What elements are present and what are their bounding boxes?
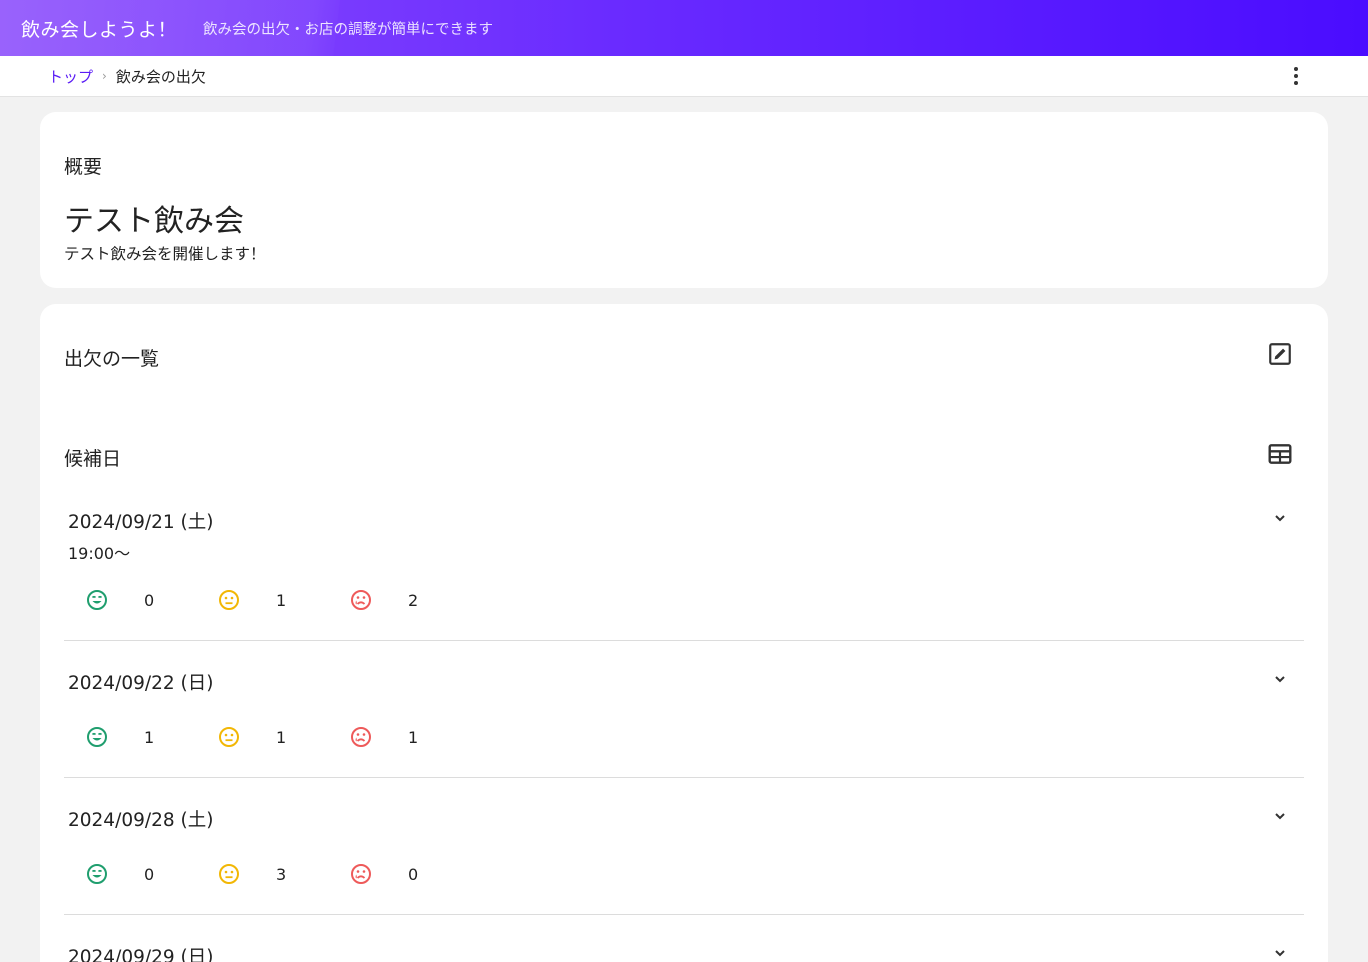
neutral-face-icon xyxy=(219,727,239,747)
chevron-down-icon[interactable] xyxy=(1268,506,1292,530)
maybe-count: 1 xyxy=(218,726,286,748)
neutral-face-icon xyxy=(219,590,239,610)
maybe-count: 3 xyxy=(218,863,286,885)
yes-count: 0 xyxy=(86,863,154,885)
chevron-down-icon[interactable] xyxy=(1268,667,1292,691)
candidate-date-item[interactable]: 2024/09/22 (日) 1 1 1 xyxy=(64,661,1304,778)
candidate-date: 2024/09/28 (土) xyxy=(68,810,214,831)
chevron-down-icon[interactable] xyxy=(1268,941,1292,962)
no-count-value: 2 xyxy=(408,590,419,610)
sad-face-icon xyxy=(351,590,371,610)
yes-count-value: 0 xyxy=(144,864,155,884)
app-title[interactable]: 飲み会しようよ！ xyxy=(21,15,177,42)
sad-face-icon xyxy=(351,864,371,884)
smile-face-icon xyxy=(87,727,107,747)
maybe-count-value: 1 xyxy=(276,727,287,747)
breadcrumb: トップ › 飲み会の出欠 xyxy=(0,56,1368,97)
chevron-down-icon[interactable] xyxy=(1268,804,1292,828)
app-subtitle: 飲み会の出欠・お店の調整が簡単にできます xyxy=(203,21,494,38)
app-header: 飲み会しようよ！ 飲み会の出欠・お店の調整が簡単にできます xyxy=(0,0,1368,56)
no-count-value: 0 xyxy=(408,864,419,884)
event-title: テスト飲み会 xyxy=(64,204,244,239)
row-divider xyxy=(64,640,1304,641)
no-count: 1 xyxy=(350,726,418,748)
candidate-date: 2024/09/21 (土) xyxy=(68,512,214,533)
row-divider xyxy=(64,777,1304,778)
maybe-count: 1 xyxy=(218,589,286,611)
yes-count-value: 1 xyxy=(144,727,155,747)
candidate-date-item[interactable]: 2024/09/28 (土) 0 3 0 xyxy=(64,798,1304,915)
summary-section-label: 概要 xyxy=(64,156,103,178)
summary-card: 概要 テスト飲み会 テスト飲み会を開催します！ xyxy=(40,112,1328,288)
neutral-face-icon xyxy=(219,864,239,884)
attendance-card: 出欠の一覧 候補日 2024/09/21 (土) 19:00～ 0 1 2 20… xyxy=(40,304,1328,962)
yes-count-value: 0 xyxy=(144,590,155,610)
breadcrumb-separator-icon: › xyxy=(102,69,107,83)
no-count: 2 xyxy=(350,589,418,611)
table-view-icon[interactable] xyxy=(1266,440,1294,468)
candidates-label: 候補日 xyxy=(64,448,122,470)
edit-square-icon[interactable] xyxy=(1266,340,1294,368)
maybe-count-value: 3 xyxy=(276,864,287,884)
event-description: テスト飲み会を開催します！ xyxy=(64,245,266,263)
attendance-section-label: 出欠の一覧 xyxy=(64,348,160,370)
candidate-date: 2024/09/22 (日) xyxy=(68,673,214,694)
smile-face-icon xyxy=(87,864,107,884)
breadcrumb-home-link[interactable]: トップ xyxy=(48,66,93,87)
no-count: 0 xyxy=(350,863,418,885)
breadcrumb-current: 飲み会の出欠 xyxy=(115,67,206,86)
yes-count: 1 xyxy=(86,726,154,748)
candidate-date-item[interactable]: 2024/09/21 (土) 19:00～ 0 1 2 xyxy=(64,500,1304,641)
yes-count: 0 xyxy=(86,589,154,611)
no-count-value: 1 xyxy=(408,727,419,747)
maybe-count-value: 1 xyxy=(276,590,287,610)
sad-face-icon xyxy=(351,727,371,747)
more-vert-icon[interactable] xyxy=(1284,64,1308,88)
candidate-date-item[interactable]: 2024/09/29 (日) xyxy=(64,935,1304,962)
smile-face-icon xyxy=(87,590,107,610)
candidate-date: 2024/09/29 (日) xyxy=(68,947,214,962)
row-divider xyxy=(64,914,1304,915)
candidate-time: 19:00～ xyxy=(68,544,131,563)
